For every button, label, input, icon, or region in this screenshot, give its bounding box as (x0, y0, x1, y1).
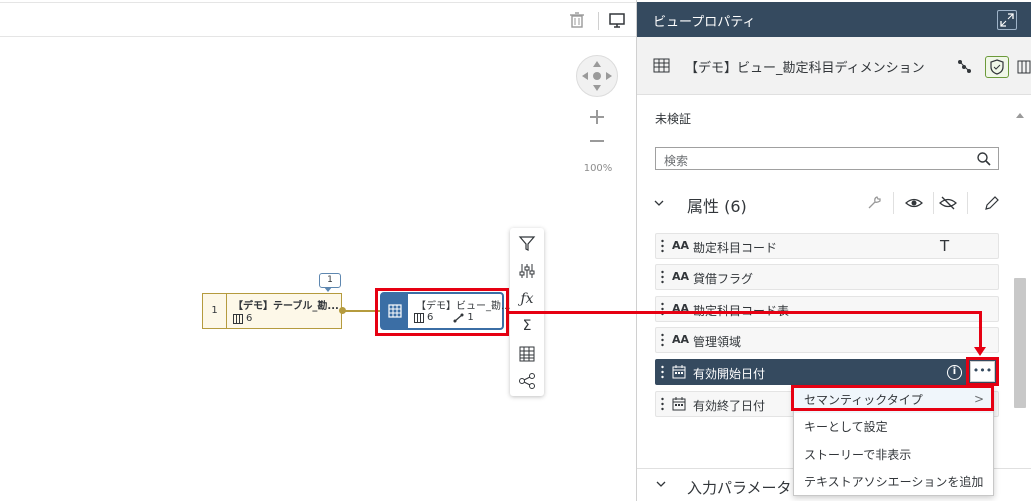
hierarchy-icon[interactable] (518, 372, 536, 390)
expand-button[interactable] (997, 10, 1017, 30)
toolbar-separator (598, 12, 599, 30)
text-aa-icon: AA (672, 239, 690, 252)
annotation-arrow-head (974, 347, 986, 356)
attribute-label: 管理領域 (693, 335, 742, 349)
column-count-value: 6 (246, 313, 253, 324)
view-table-icon (653, 58, 670, 73)
attribute-label: 勘定科目コード (693, 241, 778, 255)
annotation-frame-more (966, 357, 999, 386)
text-indicator-icon: T (940, 237, 950, 255)
annotation-arrow-line (509, 311, 982, 314)
column-count: 6 (233, 313, 252, 324)
drag-handle-icon[interactable] (661, 397, 664, 411)
table-grid-icon[interactable] (518, 345, 536, 363)
connector-dot (339, 307, 346, 314)
monitor-icon[interactable] (608, 11, 626, 29)
filter-icon[interactable] (518, 234, 536, 252)
panel-scrollbar[interactable] (1014, 278, 1026, 408)
header-separator (967, 192, 968, 214)
view-name-bar: 【デモ】ビュー_勘定科目ディメンション (637, 37, 1031, 95)
columns-icon[interactable] (1017, 60, 1031, 74)
sum-icon[interactable]: Σ (518, 317, 536, 335)
text-aa-icon: AA (672, 270, 690, 283)
menu-item-label: テキストアソシエーションを追加 (804, 475, 984, 489)
menu-item-label: キーとして設定 (804, 420, 888, 434)
search-placeholder: 検索 (664, 154, 689, 168)
text-aa-icon: AA (672, 333, 690, 346)
modeling-canvas[interactable]: 100% 1 1 【デモ】テーブル_勘... 6 【デモ】ビュー_勘... 6 (0, 0, 636, 501)
zoom-out-icon[interactable] (586, 130, 608, 152)
drag-handle-icon[interactable] (661, 239, 664, 253)
attribute-row[interactable]: AA 勘定科目コード表 (655, 296, 999, 322)
pan-navigation-pad[interactable] (576, 55, 618, 97)
attribute-row[interactable]: AA 勘定科目コード T (655, 233, 999, 259)
attribute-row[interactable]: AA 管理領域 (655, 327, 999, 353)
wrench-icon[interactable] (865, 194, 883, 212)
menu-item-set-as-key[interactable]: キーとして設定 (794, 413, 993, 440)
chevron-down-icon[interactable] (653, 198, 665, 208)
shield-icon (990, 59, 1004, 75)
input-parameters-title: 入力パラメータ (687, 479, 792, 497)
zoom-in-icon[interactable] (586, 106, 608, 128)
sliders-icon[interactable] (518, 262, 536, 280)
drag-handle-icon[interactable] (661, 365, 664, 379)
source-table-node[interactable]: 1 【デモ】テーブル_勘... 6 (202, 293, 342, 329)
search-input[interactable]: 検索 (655, 147, 999, 170)
header-separator (933, 192, 934, 214)
columns-icon (233, 313, 243, 324)
menu-item-hide-in-story[interactable]: ストーリーで非表示 (794, 441, 993, 468)
attributes-title: 属性 (6) (687, 197, 747, 216)
eye-hidden-icon[interactable] (939, 194, 957, 212)
structure-icon[interactable] (957, 59, 971, 73)
menu-item-add-text-association[interactable]: テキストアソシエーションを追加 (794, 468, 993, 495)
collapse-icon[interactable] (1015, 112, 1025, 120)
zoom-level: 100% (583, 163, 613, 174)
search-icon[interactable] (976, 151, 992, 167)
pan-arrows-icon (582, 61, 612, 91)
panel-header: ビュープロパティ (637, 2, 1031, 37)
panel-title: ビュープロパティ (653, 15, 756, 30)
menu-item-label: ストーリーで非表示 (804, 448, 912, 462)
header-separator (893, 192, 894, 214)
attribute-label: 有効終了日付 (693, 399, 766, 413)
drag-handle-icon[interactable] (661, 270, 664, 284)
attribute-label: 有効開始日付 (693, 367, 766, 381)
trash-icon[interactable] (568, 11, 586, 29)
attribute-row[interactable]: AA 貸借フラグ (655, 264, 999, 290)
annotation-arrow-line (979, 311, 982, 351)
edit-pencil-icon[interactable] (983, 194, 1001, 212)
validation-status: 未検証 (655, 112, 692, 126)
calendar-icon (672, 397, 686, 411)
calendar-icon (672, 365, 686, 379)
drag-handle-icon[interactable] (661, 333, 664, 347)
canvas-toolbar (0, 3, 636, 37)
eye-icon[interactable] (905, 194, 923, 212)
view-name: 【デモ】ビュー_勘定科目ディメンション (685, 61, 925, 76)
chevron-down-icon[interactable] (655, 479, 667, 489)
shield-toggle[interactable] (985, 56, 1009, 78)
comment-badge[interactable]: 1 (319, 273, 341, 292)
formula-icon[interactable]: ƒx (518, 290, 536, 308)
annotation-frame-node (375, 288, 509, 336)
expand-icon (1000, 13, 1014, 27)
info-icon[interactable]: i (947, 365, 962, 380)
attributes-section-header[interactable]: 属性 (6) (653, 192, 1003, 216)
node-number: 1 (203, 294, 227, 328)
annotation-frame-menu (791, 385, 994, 411)
attribute-row-selected[interactable]: 有効開始日付 i (655, 359, 999, 385)
attribute-label: 貸借フラグ (693, 272, 754, 286)
node-title: 【デモ】テーブル_勘... (233, 301, 339, 312)
